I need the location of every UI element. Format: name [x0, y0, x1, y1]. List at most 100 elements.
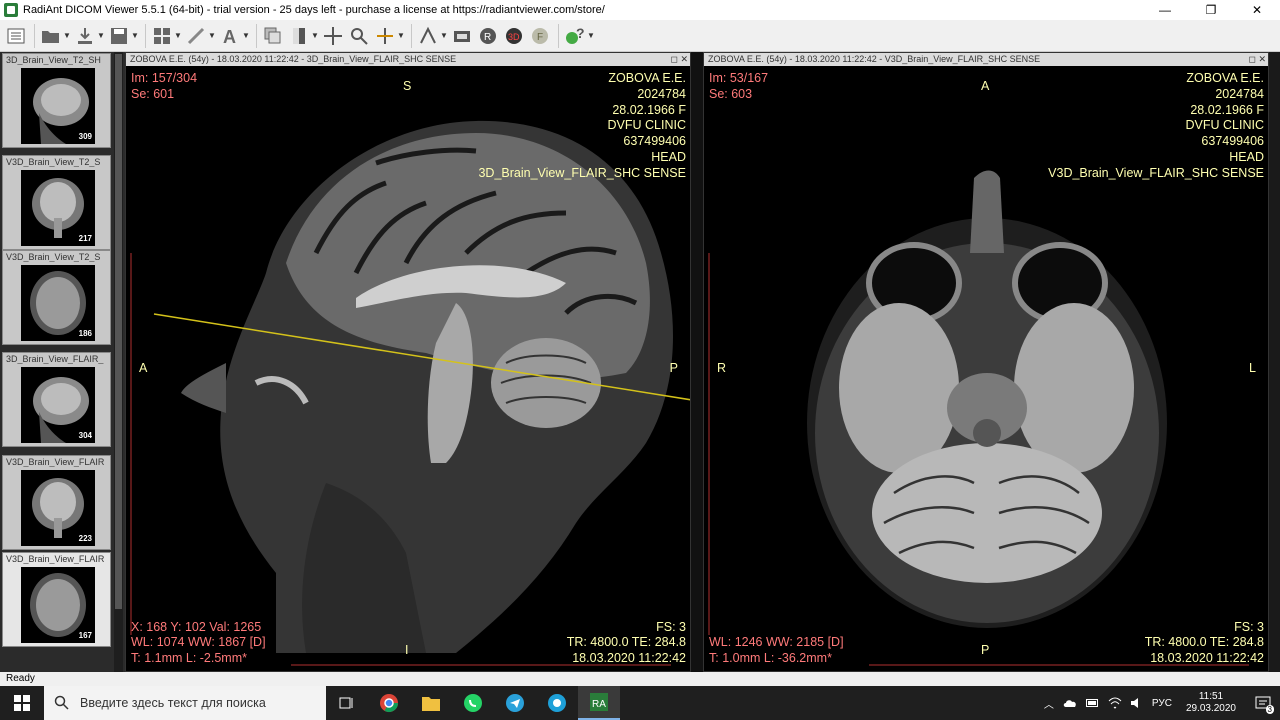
cloud-icon[interactable]: [1062, 697, 1078, 709]
wifi-icon[interactable]: [1108, 697, 1122, 709]
save-button[interactable]: ▼: [107, 22, 139, 50]
menu-button[interactable]: [4, 22, 28, 50]
window-title: RadiAnt DICOM Viewer 5.5.1 (64-bit) - tr…: [23, 4, 605, 16]
explorer-icon: [422, 697, 440, 711]
explorer-button[interactable]: [410, 686, 452, 720]
taskbar-search[interactable]: Введите здесь текст для поиска: [44, 686, 326, 720]
telegram-icon: [506, 694, 524, 712]
svg-text:A: A: [223, 27, 236, 46]
series-thumbnail-panel: 3D_Brain_View_T2_SH 309 V3D_Brain_View_T2_…: [0, 52, 125, 672]
series-thumbnail[interactable]: V3D_Brain_View_T2_S 217: [2, 155, 111, 250]
window-level-button[interactable]: ▼: [287, 22, 319, 50]
status-bar: Ready: [0, 672, 1280, 686]
thumbnail-label: V3D_Brain_View_T2_S: [6, 157, 101, 167]
image-count: 309: [78, 132, 92, 141]
svg-text:RA: RA: [592, 699, 606, 710]
chevron-down-icon[interactable]: ▼: [208, 31, 216, 40]
image-index: Im: 157/304 Se: 601: [131, 71, 198, 101]
thumbnail-label: 3D_Brain_View_FLAIR_: [6, 354, 104, 364]
viewport-axial[interactable]: ZOBOVA E.E. (54y) - 18.03.2020 11:22:42 …: [703, 52, 1269, 672]
annotation-button[interactable]: A ▼: [218, 22, 250, 50]
orientation-right: P: [669, 361, 678, 375]
radiant-taskbar-button[interactable]: RA: [578, 686, 620, 720]
image-count: 304: [78, 431, 92, 440]
series-button[interactable]: [261, 22, 285, 50]
chevron-down-icon[interactable]: ▼: [242, 31, 250, 40]
measure-icon: [184, 24, 208, 48]
layout-icon: [150, 24, 174, 48]
viewport-splitter[interactable]: [691, 52, 703, 672]
acquisition-info: FS: 3 TR: 4800.0 TE: 284.8 18.03.2020 11…: [566, 619, 686, 666]
download-icon: [73, 24, 97, 48]
layout-button[interactable]: ▼: [150, 22, 182, 50]
telegram-button[interactable]: [494, 686, 536, 720]
clock[interactable]: 11:51 29.03.2020: [1186, 691, 1236, 715]
notifications-button[interactable]: 3: [1246, 686, 1280, 720]
series-thumbnail[interactable]: 3D_Brain_View_T2_SH 309: [2, 53, 111, 148]
battery-icon[interactable]: [1085, 698, 1100, 708]
viewport-scrollbar[interactable]: [1269, 52, 1280, 672]
language-indicator[interactable]: РУС: [1152, 698, 1172, 709]
orientation-right: L: [1249, 361, 1256, 375]
thumbnail-scrollbar[interactable]: [114, 52, 123, 672]
app-button[interactable]: [536, 686, 578, 720]
viewport-sagittal[interactable]: ZOBOVA E.E. (54y) - 18.03.2020 11:22:42 …: [125, 52, 691, 672]
chevron-up-icon[interactable]: ︿: [1044, 696, 1054, 711]
open-folder-icon: [39, 24, 63, 48]
chevron-down-icon[interactable]: ▼: [97, 31, 105, 40]
svg-text:F: F: [537, 32, 543, 43]
chevron-down-icon[interactable]: ▼: [587, 31, 595, 40]
fusion-icon: F: [528, 24, 552, 48]
app-icon: [548, 694, 566, 712]
series-thumbnail[interactable]: 3D_Brain_View_FLAIR_ 304: [2, 352, 111, 447]
cine-button[interactable]: [450, 22, 474, 50]
start-button[interactable]: [0, 686, 44, 720]
chrome-button[interactable]: [368, 686, 410, 720]
crosshair-button[interactable]: ▼: [373, 22, 405, 50]
fusion-button[interactable]: F: [528, 22, 552, 50]
chrome-icon: [380, 694, 398, 713]
mpr-icon: R: [476, 24, 500, 48]
mpr-button[interactable]: R: [476, 22, 500, 50]
3d-button[interactable]: 3D: [502, 22, 526, 50]
scout-button[interactable]: ▼: [416, 22, 448, 50]
volume-icon[interactable]: [1130, 697, 1144, 709]
series-thumbnail[interactable]: V3D_Brain_View_T2_S 186: [2, 250, 111, 345]
chevron-down-icon[interactable]: ▼: [131, 31, 139, 40]
maximize-button[interactable]: ❐: [1188, 0, 1234, 20]
cine-icon: [450, 24, 474, 48]
thumbnail-label: V3D_Brain_View_FLAIR: [6, 554, 105, 564]
task-view-button[interactable]: [326, 686, 368, 720]
orientation-top: A: [981, 79, 990, 93]
image-count: 167: [78, 631, 92, 640]
measure-button[interactable]: ▼: [184, 22, 216, 50]
close-button[interactable]: ✕: [1234, 0, 1280, 20]
image-index: Im: 53/167 Se: 603: [709, 71, 769, 101]
series-thumbnail[interactable]: V3D_Brain_View_FLAIR 223: [2, 455, 111, 550]
chevron-down-icon[interactable]: ▼: [397, 31, 405, 40]
svg-text:R: R: [484, 32, 491, 43]
download-button[interactable]: ▼: [73, 22, 105, 50]
whatsapp-button[interactable]: [452, 686, 494, 720]
open-button[interactable]: ▼: [39, 22, 71, 50]
annotation-text-icon: A: [218, 24, 242, 48]
help-button[interactable]: ? ▼: [563, 22, 595, 50]
menu-icon: [4, 24, 28, 48]
chevron-down-icon[interactable]: ▼: [311, 31, 319, 40]
task-view-icon: [339, 697, 353, 709]
series-thumbnail[interactable]: V3D_Brain_View_FLAIR 167: [2, 552, 111, 647]
chevron-down-icon[interactable]: ▼: [440, 31, 448, 40]
chevron-down-icon[interactable]: ▼: [63, 31, 71, 40]
patient-info: ZOBOVA E.E. 2024784 28.02.1966 F DVFU CL…: [1048, 71, 1264, 180]
radiant-icon: RA: [590, 693, 608, 711]
svg-text:?: ?: [576, 26, 585, 41]
chevron-down-icon[interactable]: ▼: [174, 31, 182, 40]
minimize-button[interactable]: —: [1142, 0, 1188, 20]
window-level-icon: [287, 24, 311, 48]
zoom-button[interactable]: [347, 22, 371, 50]
thumbnail-label: V3D_Brain_View_FLAIR: [6, 457, 105, 467]
radiant-window: RadiAnt DICOM Viewer 5.5.1 (64-bit) - tr…: [0, 0, 1280, 720]
orientation-left: A: [139, 361, 148, 375]
pan-button[interactable]: [321, 22, 345, 50]
orientation-left: R: [717, 361, 727, 375]
